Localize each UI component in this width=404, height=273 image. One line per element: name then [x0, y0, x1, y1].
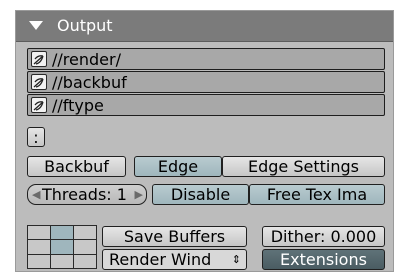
file-browse-icon[interactable]	[31, 74, 47, 90]
output-panel: Output //render/ //backbuf //ftype : Bac…	[15, 10, 394, 272]
file-browse-icon[interactable]	[31, 51, 47, 67]
window-position-grid[interactable]	[27, 225, 97, 269]
disable-toggle[interactable]: Disable	[152, 184, 249, 205]
grid-cell[interactable]	[51, 254, 73, 268]
free-tex-images-toggle[interactable]: Free Tex Ima	[249, 184, 385, 205]
increment-arrow-icon[interactable]: ▶	[135, 185, 143, 204]
collapse-triangle-icon[interactable]	[29, 21, 43, 30]
render-path-field[interactable]: //render/	[27, 48, 385, 70]
decrement-arrow-icon[interactable]: ◀	[32, 185, 40, 204]
grid-cell[interactable]	[74, 254, 96, 268]
ftype-path-field[interactable]: //ftype	[27, 94, 385, 116]
grid-cell[interactable]	[74, 226, 96, 240]
dropdown-value: Render Wind	[109, 250, 212, 269]
threads-value: Threads: 1	[42, 185, 127, 204]
edge-settings-button[interactable]: Edge Settings	[222, 156, 385, 177]
small-menu-button[interactable]: :	[27, 127, 45, 147]
edge-toggle[interactable]: Edge	[134, 156, 222, 177]
dropdown-updown-icon: ⇕	[231, 253, 241, 266]
grid-cell[interactable]	[74, 240, 96, 254]
path-value: //ftype	[52, 96, 104, 115]
dither-number-field[interactable]: Dither: 0.000	[262, 226, 385, 247]
grid-cell[interactable]	[51, 226, 73, 240]
path-value: //render/	[52, 50, 121, 69]
panel-header[interactable]: Output	[16, 11, 393, 42]
grid-cell[interactable]	[28, 254, 50, 268]
extensions-toggle[interactable]: Extensions	[262, 249, 385, 270]
backbuf-path-field[interactable]: //backbuf	[27, 71, 385, 93]
file-browse-icon[interactable]	[31, 97, 47, 113]
render-window-dropdown[interactable]: Render Wind ⇕	[102, 249, 247, 270]
grid-cell[interactable]	[28, 226, 50, 240]
path-value: //backbuf	[52, 73, 127, 92]
threads-number-field[interactable]: ◀ Threads: 1 ▶	[27, 184, 147, 205]
grid-cell[interactable]	[28, 240, 50, 254]
grid-cell[interactable]	[51, 240, 73, 254]
panel-title: Output	[57, 16, 113, 35]
save-buffers-button[interactable]: Save Buffers	[102, 226, 247, 247]
backbuf-button[interactable]: Backbuf	[27, 156, 126, 177]
